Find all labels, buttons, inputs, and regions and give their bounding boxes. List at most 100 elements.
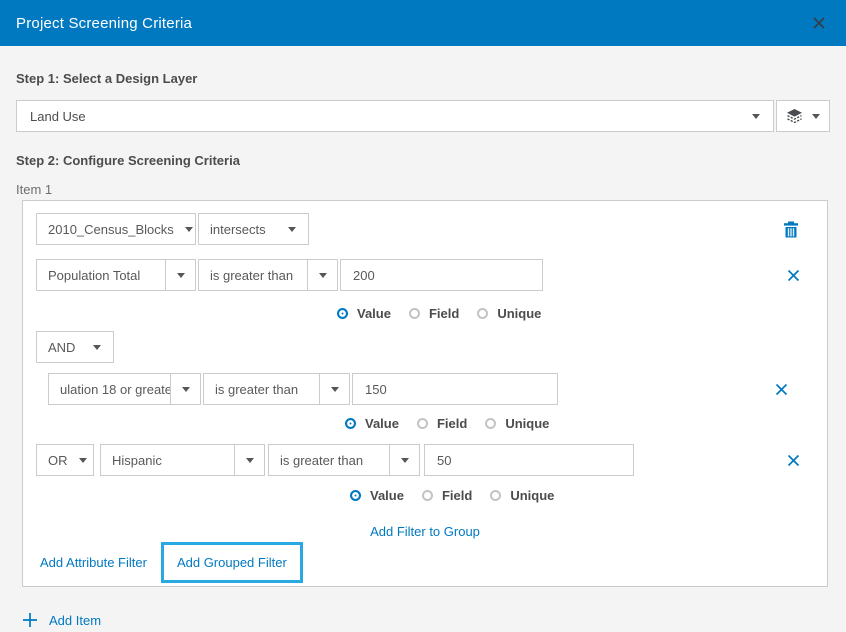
radio-label: Unique	[510, 488, 554, 503]
trash-icon	[783, 221, 799, 238]
radio-label: Field	[437, 416, 467, 431]
design-layer-row: Land Use	[16, 100, 830, 132]
chevron-down-icon	[307, 260, 337, 290]
chevron-down-icon	[165, 260, 195, 290]
field-value-2: ulation 18 or greater	[49, 374, 170, 404]
add-filter-to-group-row: Add Filter to Group	[36, 524, 814, 539]
spatial-filter-row: 2010_Census_Blocks intersects	[36, 213, 814, 245]
radio-unique-3[interactable]: Unique	[490, 488, 554, 503]
radio-unique-1[interactable]: Unique	[477, 306, 541, 321]
remove-filter-button-3[interactable]	[787, 454, 800, 467]
radio-label: Value	[365, 416, 399, 431]
value-input-2[interactable]	[352, 373, 558, 405]
field-dropdown-2[interactable]: ulation 18 or greater	[48, 373, 201, 405]
add-grouped-filter-link[interactable]: Add Grouped Filter	[177, 555, 287, 570]
field-value-1: Population Total	[37, 260, 165, 290]
radio-label: Unique	[497, 306, 541, 321]
chevron-down-icon	[389, 445, 419, 475]
radio-label: Value	[357, 306, 391, 321]
item-layer-value: 2010_Census_Blocks	[37, 222, 185, 237]
radio-unselected-icon	[409, 308, 420, 319]
spatial-operator-value: intersects	[199, 222, 277, 237]
dialog-header: Project Screening Criteria	[0, 0, 846, 46]
mode-radio-group-2: Value Field Unique	[345, 415, 814, 432]
radio-label: Field	[442, 488, 472, 503]
item-panel: 2010_Census_Blocks intersects	[22, 200, 828, 587]
add-item-label: Add Item	[49, 613, 101, 628]
chevron-down-icon	[170, 374, 200, 404]
add-icon	[22, 612, 38, 628]
radio-selected-icon	[345, 418, 356, 429]
operator-dropdown-1[interactable]: is greater than	[198, 259, 338, 291]
layers-icon	[786, 109, 803, 124]
spatial-operator-dropdown[interactable]: intersects	[198, 213, 309, 245]
add-filter-to-group-link[interactable]: Add Filter to Group	[370, 524, 480, 539]
operator-value-3: is greater than	[269, 445, 389, 475]
design-layer-value: Land Use	[30, 109, 86, 124]
radio-value-1[interactable]: Value	[337, 306, 391, 321]
group-logic-dropdown[interactable]: AND	[36, 331, 114, 363]
radio-label: Unique	[505, 416, 549, 431]
operator-dropdown-3[interactable]: is greater than	[268, 444, 420, 476]
radio-unselected-icon	[422, 490, 433, 501]
chevron-down-icon	[234, 445, 264, 475]
dialog-title: Project Screening Criteria	[16, 15, 192, 32]
remove-filter-button-2[interactable]	[775, 383, 788, 396]
group-logic-row: AND	[36, 331, 814, 363]
radio-selected-icon	[337, 308, 348, 319]
design-layer-select[interactable]: Land Use	[16, 100, 774, 132]
operator-dropdown-2[interactable]: is greater than	[203, 373, 350, 405]
remove-icon	[787, 454, 800, 467]
attribute-filter-row-2: ulation 18 or greater is greater than	[48, 373, 814, 405]
radio-field-1[interactable]: Field	[409, 306, 459, 321]
value-input-3[interactable]	[424, 444, 634, 476]
close-icon[interactable]	[808, 12, 830, 34]
chevron-down-icon	[752, 114, 760, 119]
mode-radio-group-1: Value Field Unique	[337, 305, 814, 322]
item-layer-dropdown[interactable]: 2010_Census_Blocks	[36, 213, 196, 245]
radio-unselected-icon	[490, 490, 501, 501]
chevron-down-icon	[93, 345, 101, 350]
radio-unselected-icon	[485, 418, 496, 429]
step1-label: Step 1: Select a Design Layer	[16, 71, 830, 86]
chevron-down-icon	[812, 114, 820, 119]
add-attribute-filter-link[interactable]: Add Attribute Filter	[40, 555, 147, 570]
field-value-3: Hispanic	[101, 445, 234, 475]
field-dropdown-3[interactable]: Hispanic	[100, 444, 265, 476]
radio-unique-2[interactable]: Unique	[485, 416, 549, 431]
radio-value-2[interactable]: Value	[345, 416, 399, 431]
radio-value-3[interactable]: Value	[350, 488, 404, 503]
radio-unselected-icon	[477, 308, 488, 319]
radio-label: Value	[370, 488, 404, 503]
chevron-down-icon	[319, 374, 349, 404]
add-item-button[interactable]: Add Item	[22, 612, 830, 628]
radio-field-2[interactable]: Field	[417, 416, 467, 431]
operator-value-1: is greater than	[199, 260, 307, 290]
attribute-filter-row-3: OR Hispanic is greater than	[36, 444, 814, 476]
radio-selected-icon	[350, 490, 361, 501]
remove-icon	[775, 383, 788, 396]
logic-dropdown-3[interactable]: OR	[36, 444, 94, 476]
radio-field-3[interactable]: Field	[422, 488, 472, 503]
attribute-filter-row-1: Population Total is greater than	[36, 259, 814, 291]
layer-options-button[interactable]	[776, 100, 830, 132]
focus-outline: Add Grouped Filter	[161, 542, 303, 583]
radio-label: Field	[429, 306, 459, 321]
filter-actions-row: Add Attribute Filter Add Grouped Filter	[36, 539, 814, 585]
radio-unselected-icon	[417, 418, 428, 429]
item-label: Item 1	[16, 182, 830, 197]
field-dropdown-1[interactable]: Population Total	[36, 259, 196, 291]
step2-label: Step 2: Configure Screening Criteria	[16, 153, 830, 168]
remove-icon	[787, 269, 800, 282]
value-input-1[interactable]	[340, 259, 543, 291]
chevron-down-icon	[185, 227, 193, 232]
mode-radio-group-3: Value Field Unique	[350, 487, 814, 504]
dialog-body: Step 1: Select a Design Layer Land Use S…	[0, 71, 846, 628]
chevron-down-icon	[79, 458, 87, 463]
operator-value-2: is greater than	[204, 374, 319, 404]
group-logic-value: AND	[37, 340, 86, 355]
chevron-down-icon	[288, 227, 296, 232]
logic-value-3: OR	[37, 453, 79, 468]
delete-item-button[interactable]	[783, 221, 799, 238]
remove-filter-button-1[interactable]	[787, 269, 800, 282]
